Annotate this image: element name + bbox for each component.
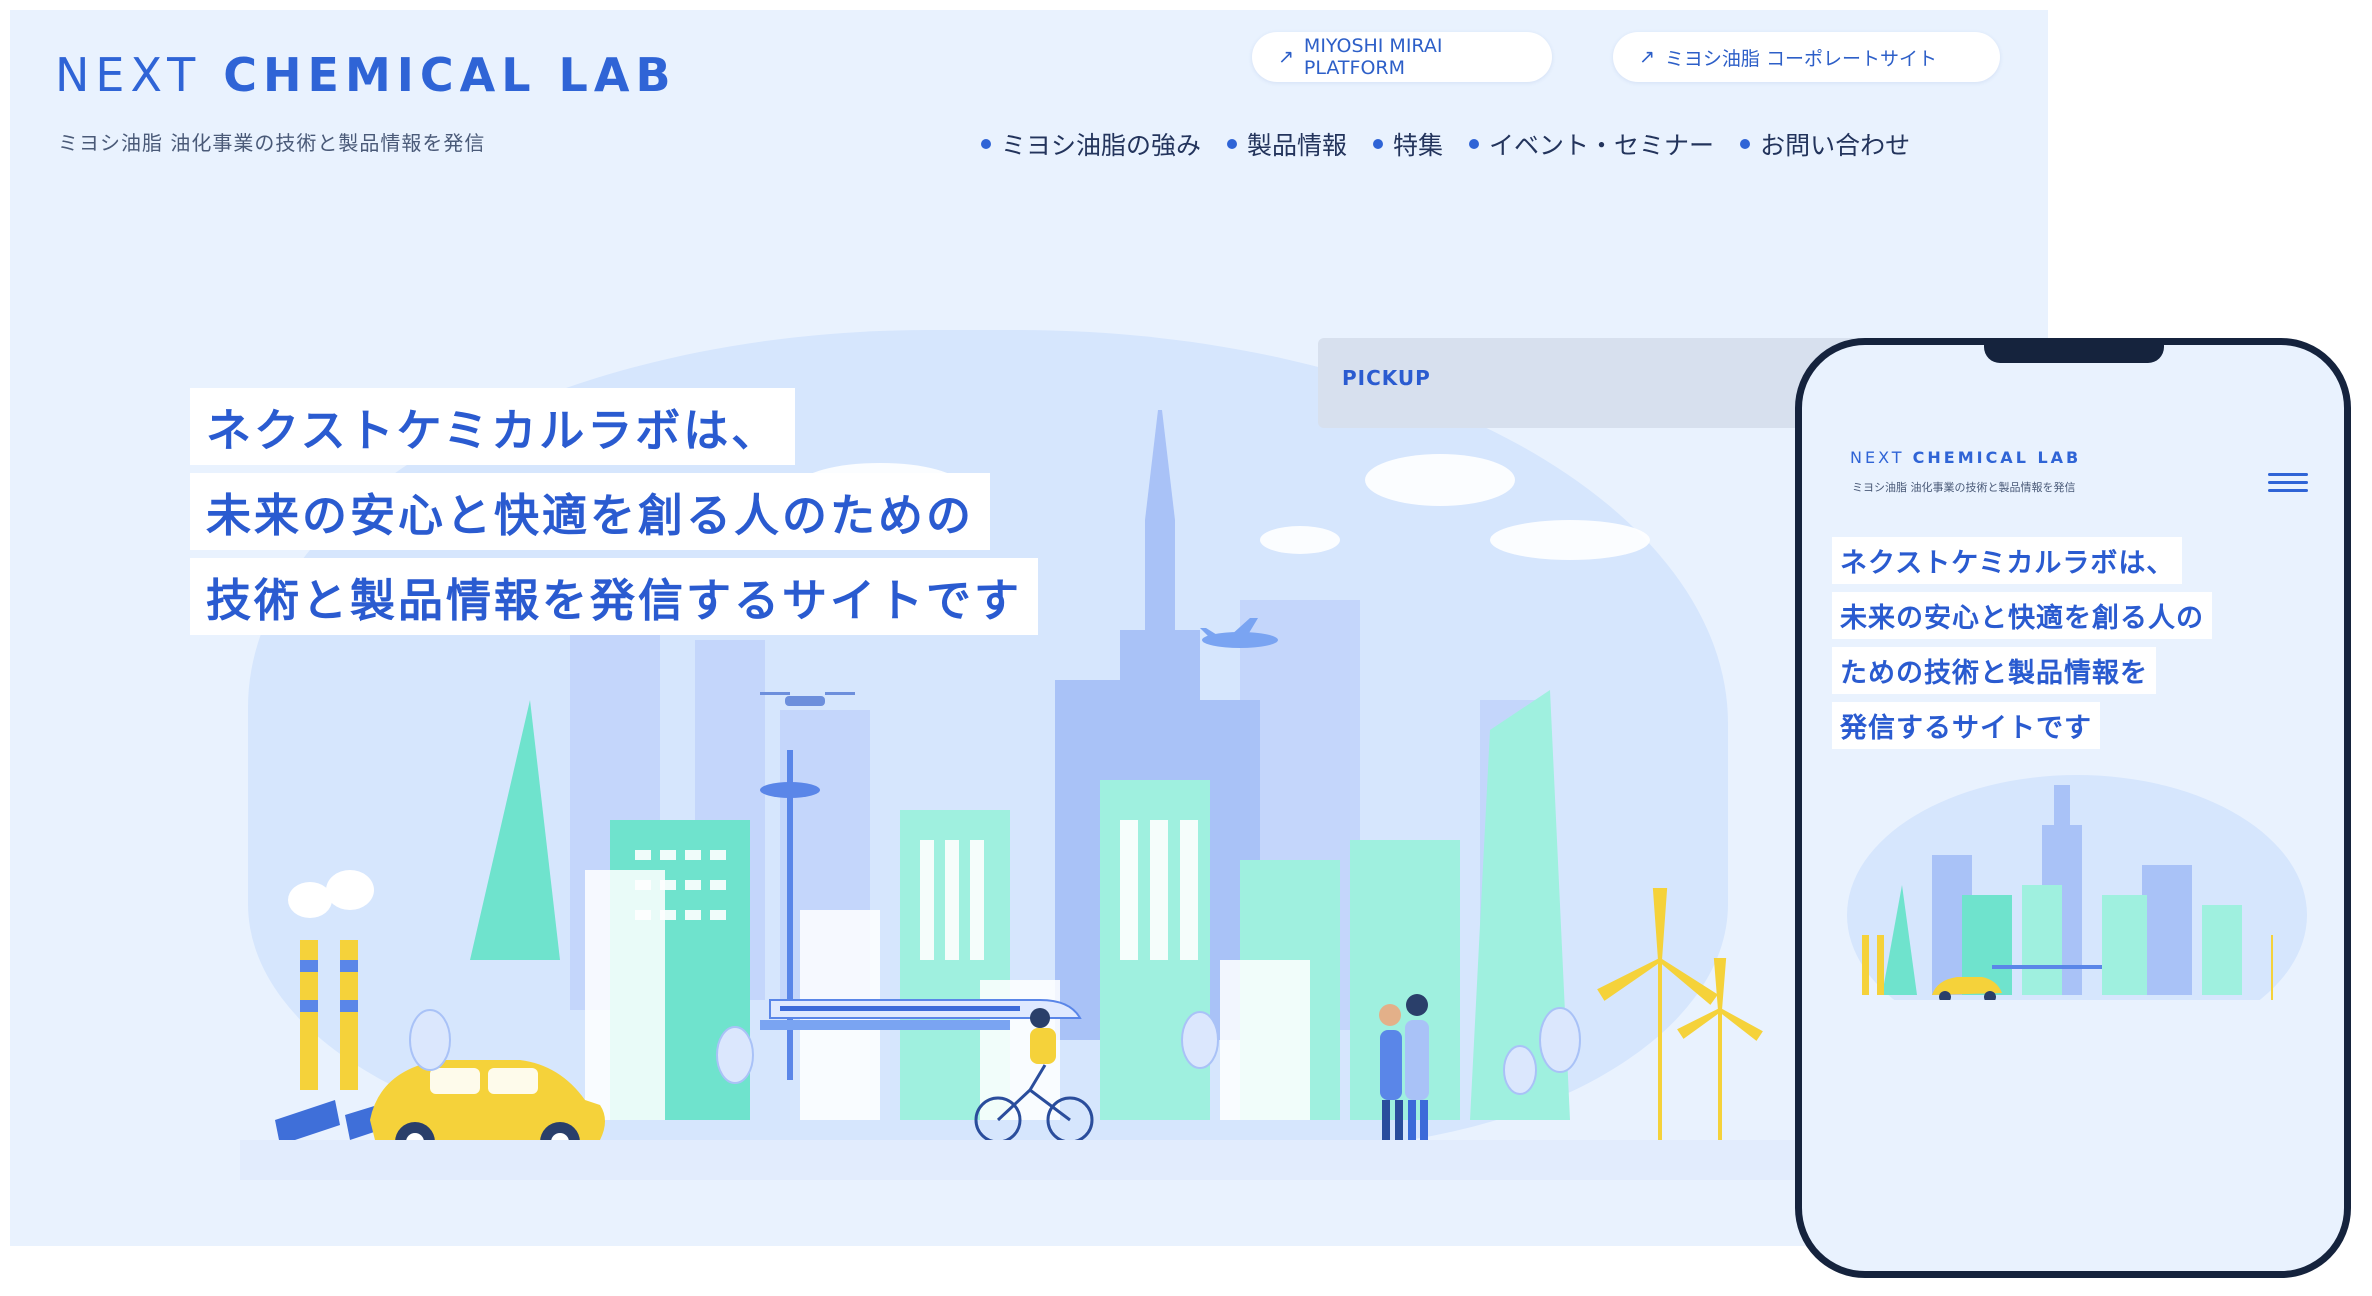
site-tagline: ミヨシ油脂 油化事業の技術と製品情報を発信	[58, 131, 486, 155]
mobile-hero-headline: ネクストケミカルラボは、 未来の安心と快適を創る人の ための技術と製品情報を 発…	[1832, 537, 2212, 757]
hero-headline: ネクストケミカルラボは、 未来の安心と快適を創る人のための 技術と製品情報を発信…	[190, 388, 1039, 643]
nav-item-contact[interactable]: お問い合わせ	[1740, 126, 1910, 162]
phone-notch	[1984, 345, 2164, 363]
nav-item-products[interactable]: 製品情報	[1227, 126, 1347, 162]
headline-line-3: 技術と製品情報を発信するサイトです	[190, 558, 1039, 635]
miyoshi-mirai-platform-link[interactable]: ↗ MIYOSHI MIRAI PLATFORM	[1252, 32, 1552, 82]
bullet-icon	[1227, 139, 1238, 149]
nav-label: ミヨシ油脂の強み	[1001, 131, 1202, 160]
mobile-headline-line-3: ための技術と製品情報を	[1832, 647, 2156, 694]
nav-label: 特集	[1393, 131, 1444, 160]
link-label: ミヨシ油脂 コーポレートサイト	[1664, 47, 1937, 70]
nav-label: お問い合わせ	[1760, 131, 1911, 160]
logo-text-next: NEXT	[55, 48, 202, 102]
nav-item-features[interactable]: 特集	[1373, 126, 1443, 162]
pickup-label: PICKUP	[1342, 366, 1431, 390]
mobile-headline-line-2: 未来の安心と快適を創る人の	[1832, 592, 2212, 639]
mobile-site-tagline: ミヨシ油脂 油化事業の技術と製品情報を発信	[1852, 481, 2076, 494]
mobile-headline-line-1: ネクストケミカルラボは、	[1832, 537, 2183, 584]
bullet-icon	[1740, 139, 1751, 149]
site-logo[interactable]: NEXT CHEMICAL LAB	[55, 48, 677, 102]
mobile-phone-frame: NEXT CHEMICAL LAB ミヨシ油脂 油化事業の技術と製品情報を発信 …	[1795, 338, 2351, 1278]
external-link-icon: ↗	[1278, 46, 1294, 68]
mobile-headline-line-4: 発信するサイトです	[1832, 702, 2100, 749]
main-nav: ミヨシ油脂の強み 製品情報 特集 イベント・セミナー お問い合わせ	[955, 126, 1910, 162]
nav-label: 製品情報	[1247, 131, 1348, 160]
mobile-city-illustration	[1842, 775, 2312, 1025]
logo-text-chemical-lab: CHEMICAL LAB	[223, 48, 677, 102]
nav-item-events[interactable]: イベント・セミナー	[1469, 126, 1714, 162]
corporate-site-link[interactable]: ↗ ミヨシ油脂 コーポレートサイト	[1613, 32, 2000, 82]
mobile-logo-text-next: NEXT	[1850, 448, 1905, 467]
mobile-logo-text-chemical-lab: CHEMICAL LAB	[1912, 448, 2082, 467]
bullet-icon	[1469, 139, 1480, 149]
hamburger-icon[interactable]	[2268, 473, 2308, 497]
external-link-icon: ↗	[1639, 46, 1655, 68]
link-label: MIYOSHI MIRAI PLATFORM	[1303, 35, 1443, 79]
bullet-icon	[981, 139, 991, 149]
headline-line-1: ネクストケミカルラボは、	[190, 388, 796, 465]
nav-item-strengths[interactable]: ミヨシ油脂の強み	[981, 126, 1201, 162]
headline-line-2: 未来の安心と快適を創る人のための	[190, 473, 991, 550]
desktop-site: NEXT CHEMICAL LAB ミヨシ油脂 油化事業の技術と製品情報を発信 …	[10, 10, 2048, 1246]
bullet-icon	[1373, 139, 1384, 149]
nav-label: イベント・セミナー	[1489, 131, 1715, 160]
mobile-site-logo[interactable]: NEXT CHEMICAL LAB	[1850, 448, 2081, 467]
